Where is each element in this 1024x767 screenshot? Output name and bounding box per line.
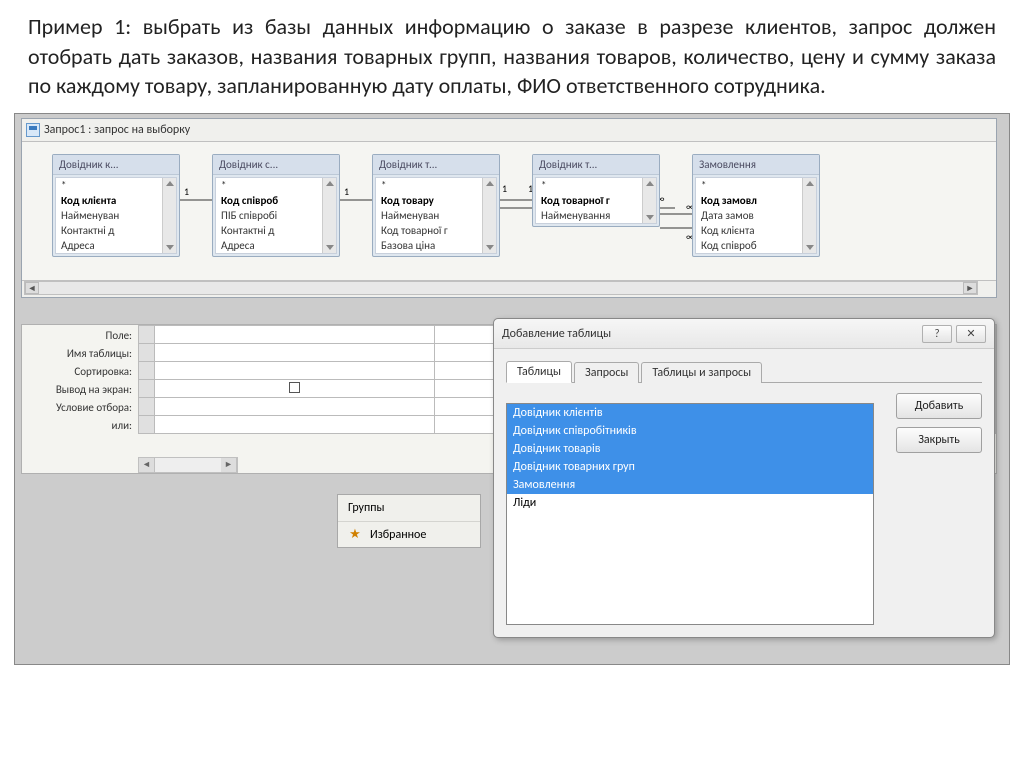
horizontal-scrollbar[interactable]: ◄ ► — [24, 281, 978, 295]
query-titlebar: Запрос1 : запрос на выборку — [22, 119, 996, 141]
relationship-diagram[interactable]: 1 1 1 1 ∞ ∞ ∞ Довідник к... * Код клієнт… — [22, 141, 996, 281]
star-icon: ★ — [348, 528, 362, 542]
svg-text:1: 1 — [184, 185, 189, 198]
field[interactable]: Базова ціна — [376, 238, 496, 253]
field[interactable]: Код товарної г — [376, 223, 496, 238]
pk-field[interactable]: Код замовл — [696, 193, 816, 208]
list-item[interactable]: Довідник товарних груп — [507, 458, 873, 476]
scroll-right-icon[interactable]: ► — [221, 458, 237, 472]
groups-label: Группы — [348, 495, 384, 521]
query-design-window: Запрос1 : запрос на выборку 1 1 1 1 ∞ ∞ … — [21, 118, 997, 298]
field[interactable]: Код клієнта — [696, 223, 816, 238]
table-title: Довідник к... — [53, 155, 179, 175]
dialog-titlebar[interactable]: Добавление таблицы ? ✕ — [494, 319, 994, 349]
scroll-right-icon[interactable]: ► — [963, 282, 977, 294]
label-field: Поле: — [22, 327, 138, 345]
asterisk-field[interactable]: * — [376, 178, 496, 193]
svg-text:1: 1 — [344, 185, 349, 198]
query-icon — [26, 123, 40, 137]
scrollbar[interactable] — [322, 178, 336, 253]
field[interactable]: Найменуван — [376, 208, 496, 223]
list-item[interactable]: Ліди — [507, 494, 873, 512]
task-description: Пример 1: выбрать из базы данных информа… — [0, 0, 1024, 113]
access-window-frame: Запрос1 : запрос на выборку 1 1 1 1 ∞ ∞ … — [14, 113, 1010, 665]
table-title: Замовлення — [693, 155, 819, 175]
add-table-dialog: Добавление таблицы ? ✕ Таблицы Запросы Т… — [493, 318, 995, 638]
field[interactable]: Адреса — [216, 238, 336, 253]
table-title: Довідник т... — [373, 155, 499, 175]
tables-listbox[interactable]: Довідник клієнтів Довідник співробітникі… — [506, 403, 874, 625]
grid-horizontal-scrollbar[interactable]: ◄ ► — [138, 457, 238, 473]
asterisk-field[interactable]: * — [216, 178, 336, 193]
grid-row-labels: Поле: Имя таблицы: Сортировка: Вывод на … — [22, 327, 138, 435]
table-title: Довідник т... — [533, 155, 659, 175]
list-item[interactable]: Довідник товарів — [507, 440, 873, 458]
query-title: Запрос1 : запрос на выборку — [44, 119, 190, 141]
list-item[interactable]: Довідник клієнтів — [507, 404, 873, 422]
asterisk-field[interactable]: * — [56, 178, 176, 193]
favorites-label: Избранное — [370, 522, 426, 548]
tab-both[interactable]: Таблицы и запросы — [641, 362, 762, 383]
list-item[interactable]: Довідник співробітників — [507, 422, 873, 440]
pk-field[interactable]: Код товару — [376, 193, 496, 208]
field[interactable]: Контактні д — [216, 223, 336, 238]
dialog-tabs: Таблицы Запросы Таблицы и запросы — [506, 359, 982, 383]
scroll-left-icon[interactable]: ◄ — [139, 458, 155, 472]
scrollbar[interactable] — [642, 178, 656, 223]
show-checkbox[interactable] — [289, 382, 300, 393]
pk-field[interactable]: Код клієнта — [56, 193, 176, 208]
table-box-product-groups[interactable]: Довідник т... * Код товарної г Найменува… — [532, 154, 660, 227]
field[interactable]: ПІБ співробі — [216, 208, 336, 223]
scrollbar[interactable] — [482, 178, 496, 253]
scroll-left-icon[interactable]: ◄ — [25, 282, 39, 294]
dialog-title-text: Добавление таблицы — [502, 327, 611, 341]
nav-groups-row[interactable]: Группы — [338, 495, 480, 521]
scrollbar[interactable] — [802, 178, 816, 253]
table-title: Довідник с... — [213, 155, 339, 175]
svg-text:1: 1 — [502, 182, 507, 195]
list-item[interactable]: Замовлення — [507, 476, 873, 494]
tab-tables[interactable]: Таблицы — [506, 361, 572, 383]
pk-field[interactable]: Код співроб — [216, 193, 336, 208]
nav-favorites-row[interactable]: ★ Избранное — [338, 521, 480, 547]
field[interactable]: Адреса — [56, 238, 176, 253]
help-button[interactable]: ? — [922, 325, 952, 343]
add-button[interactable]: Добавить — [896, 393, 982, 419]
nav-groups-panel: Группы ★ Избранное — [337, 494, 481, 548]
label-or: или: — [22, 417, 138, 435]
table-box-clients[interactable]: Довідник к... * Код клієнта Найменуван К… — [52, 154, 180, 257]
table-box-products[interactable]: Довідник т... * Код товару Найменуван Ко… — [372, 154, 500, 257]
label-table: Имя таблицы: — [22, 345, 138, 363]
field[interactable]: Найменування — [536, 208, 656, 223]
field[interactable]: Код співроб — [696, 238, 816, 253]
close-icon[interactable]: ✕ — [956, 325, 986, 343]
label-sort: Сортировка: — [22, 363, 138, 381]
label-show: Вывод на экран: — [22, 381, 138, 399]
field[interactable]: Дата замов — [696, 208, 816, 223]
label-criteria: Условие отбора: — [22, 399, 138, 417]
field[interactable]: Найменуван — [56, 208, 176, 223]
table-box-employees[interactable]: Довідник с... * Код співроб ПІБ співробі… — [212, 154, 340, 257]
asterisk-field[interactable]: * — [536, 178, 656, 193]
pk-field[interactable]: Код товарної г — [536, 193, 656, 208]
tab-queries[interactable]: Запросы — [574, 362, 639, 383]
table-box-orders[interactable]: Замовлення * Код замовл Дата замов Код к… — [692, 154, 820, 257]
close-button[interactable]: Закрыть — [896, 427, 982, 453]
scrollbar[interactable] — [162, 178, 176, 253]
field[interactable]: Контактні д — [56, 223, 176, 238]
asterisk-field[interactable]: * — [696, 178, 816, 193]
